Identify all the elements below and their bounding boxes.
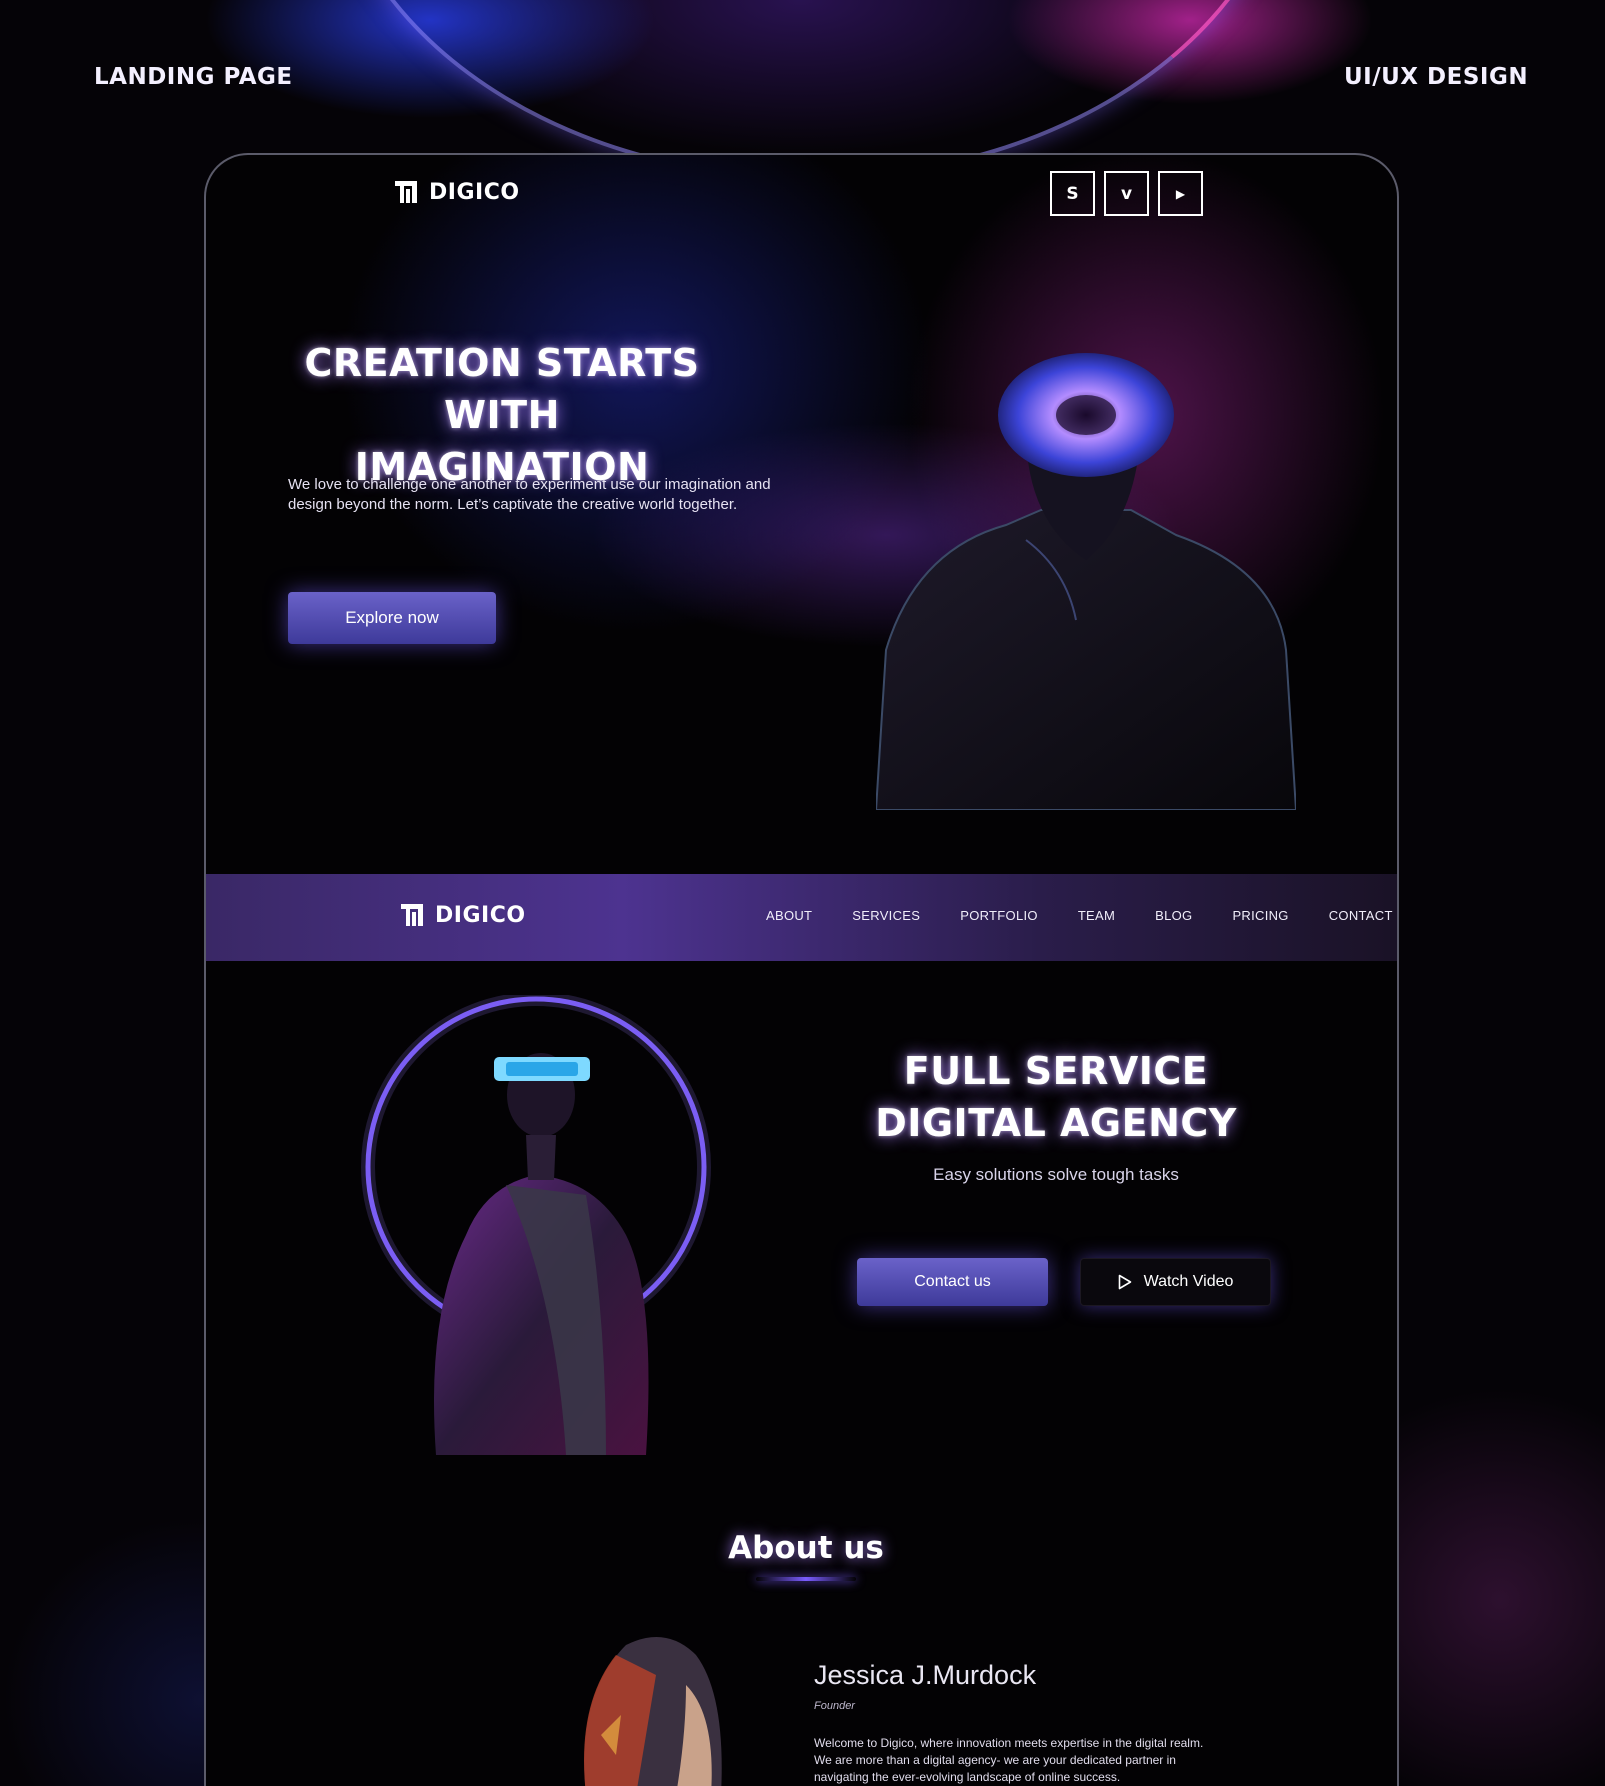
skype-icon: S xyxy=(1066,183,1079,204)
agency-title-line1: FULL SERVICE xyxy=(903,1049,1209,1093)
founder-role: Founder xyxy=(814,1700,855,1712)
contact-us-button[interactable]: Contact us xyxy=(857,1258,1048,1306)
hero-title: CREATION STARTS WITH IMAGINATION xyxy=(292,337,712,493)
youtube-button[interactable]: ▶ xyxy=(1158,171,1203,216)
founder-name: Jessica J.Murdock xyxy=(814,1660,1037,1690)
skype-button[interactable]: S xyxy=(1050,171,1095,216)
agency-subtitle: Easy solutions solve tough tasks xyxy=(933,1165,1179,1184)
header-logo[interactable]: DIGICO xyxy=(393,179,520,205)
uiux-design-label: UI/UX DESIGN xyxy=(1344,64,1529,90)
founder-bio: Welcome to Digico, where innovation meet… xyxy=(814,1736,1204,1784)
brand-name: DIGICO xyxy=(429,179,520,205)
landing-page-mockup: DIGICO S v ▶ CREATION STARTS WITH IMAGIN… xyxy=(204,153,1399,1786)
agency-title: FULL SERVICE DIGITAL AGENCY xyxy=(866,1045,1246,1149)
digico-logo-icon xyxy=(395,181,417,203)
youtube-icon: ▶ xyxy=(1175,186,1186,201)
nav-links: ABOUT SERVICES PORTFOLIO TEAM BLOG PRICI… xyxy=(766,908,1393,923)
nav-services[interactable]: SERVICES xyxy=(852,908,920,923)
explore-now-button[interactable]: Explore now xyxy=(288,592,496,644)
vimeo-icon: v xyxy=(1120,183,1133,204)
founder-portrait-image xyxy=(584,1637,722,1786)
about-underline xyxy=(756,1577,856,1581)
social-links: S v ▶ xyxy=(1050,171,1203,216)
nav-blog[interactable]: BLOG xyxy=(1155,908,1192,923)
nav-portfolio[interactable]: PORTFOLIO xyxy=(960,908,1038,923)
nav-logo[interactable]: DIGICO xyxy=(399,902,526,928)
nav-contact[interactable]: CONTACT xyxy=(1329,908,1393,923)
hero-title-line1: CREATION STARTS xyxy=(304,341,700,385)
digico-logo-icon xyxy=(401,904,423,926)
nav-pricing[interactable]: PRICING xyxy=(1232,908,1288,923)
watch-video-label: Watch Video xyxy=(1143,1273,1234,1290)
landing-page-label: LANDING PAGE xyxy=(94,64,293,90)
watch-video-button[interactable]: Watch Video xyxy=(1080,1258,1271,1306)
play-icon xyxy=(1118,1274,1131,1290)
hero-description: We love to challenge one another to expe… xyxy=(288,476,771,513)
about-title: About us xyxy=(728,1530,884,1566)
vr-figure-image xyxy=(361,995,711,1455)
vimeo-button[interactable]: v xyxy=(1104,171,1149,216)
nav-about[interactable]: ABOUT xyxy=(766,908,812,923)
navigation-bar: DIGICO ABOUT SERVICES PORTFOLIO TEAM BLO… xyxy=(206,874,1397,961)
hero-figure-image xyxy=(876,353,1296,810)
agency-title-line2: DIGITAL AGENCY xyxy=(875,1101,1237,1145)
brand-name: DIGICO xyxy=(435,902,526,928)
nav-team[interactable]: TEAM xyxy=(1078,908,1115,923)
